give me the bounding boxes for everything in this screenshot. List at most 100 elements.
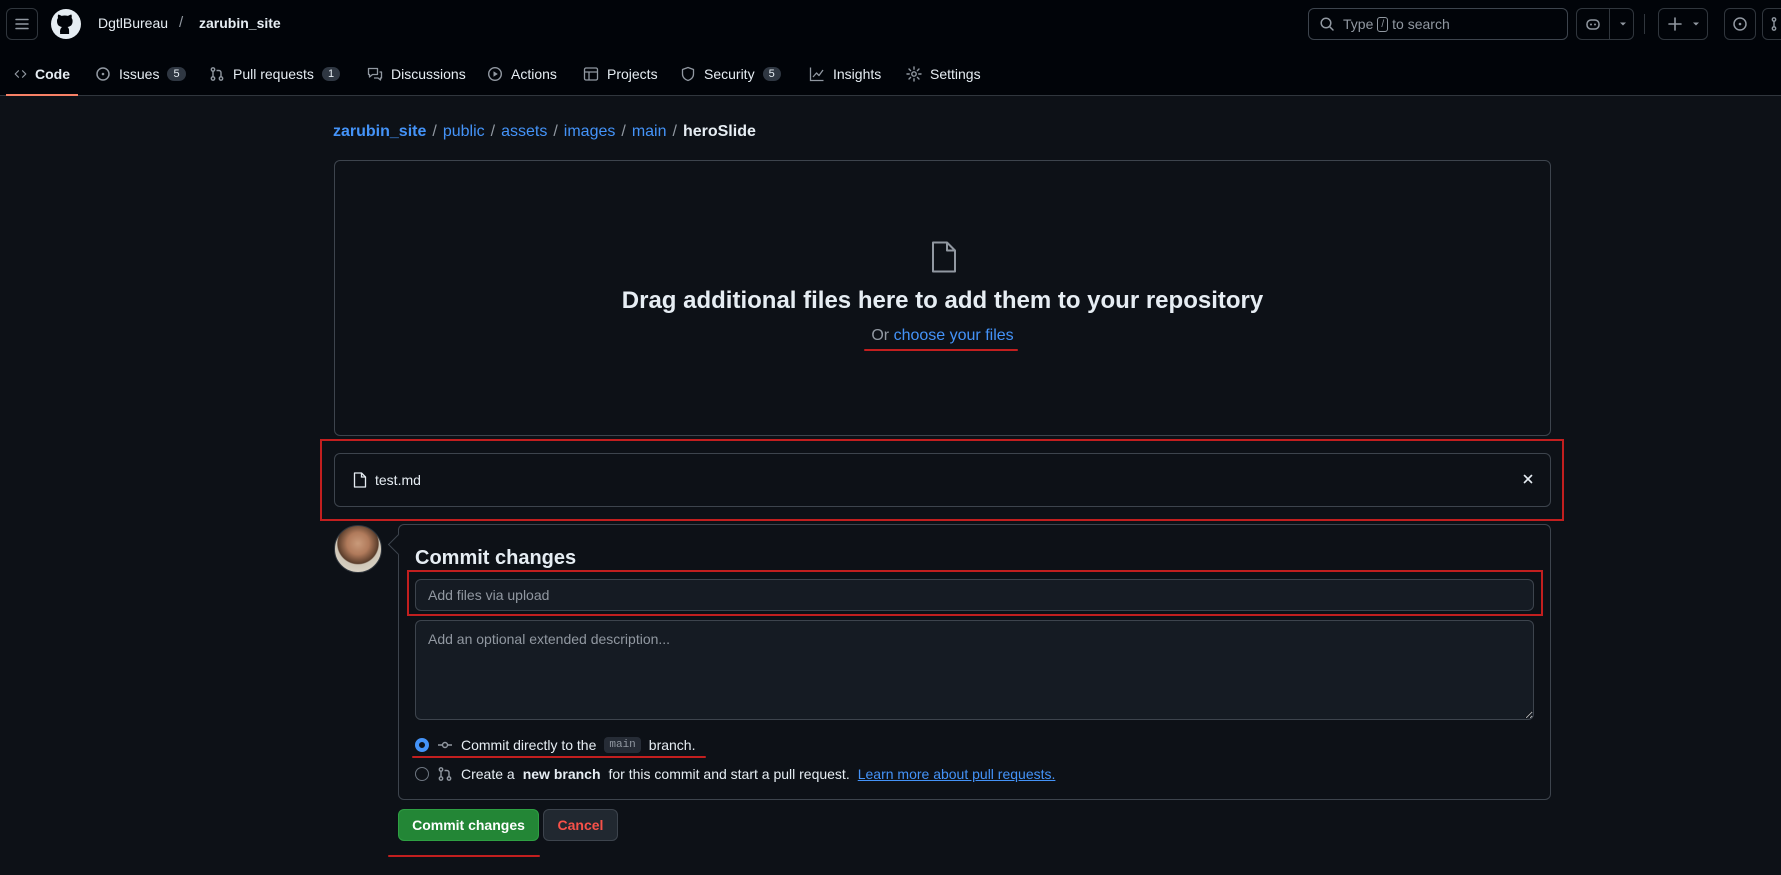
create-new-button[interactable] — [1658, 8, 1708, 40]
tab-settings[interactable]: Settings — [898, 52, 989, 96]
tab-label: Pull requests — [233, 66, 314, 82]
copilot-split-divider — [1609, 9, 1610, 39]
github-mark-icon — [51, 9, 81, 39]
global-bar: DgtlBureau / zarubin_site Type / to sear… — [0, 0, 1781, 48]
annotation-box-commit-summary — [407, 570, 1543, 616]
table-icon — [583, 67, 599, 81]
breadcrumb-link-assets[interactable]: assets — [501, 123, 547, 141]
breadcrumb-separator: / — [432, 123, 437, 140]
tab-label: Actions — [511, 66, 557, 82]
menu-button[interactable] — [6, 8, 38, 40]
commit-form-title: Commit changes — [415, 547, 577, 569]
code-icon — [14, 70, 27, 78]
copilot-icon — [1586, 19, 1600, 30]
search-placeholder-prefix: Type — [1343, 16, 1374, 32]
branch-name-badge: main — [604, 737, 641, 753]
learn-more-pull-requests-link[interactable]: Learn more about pull requests. — [858, 766, 1056, 782]
plus-icon — [1668, 17, 1682, 31]
header-divider — [1644, 14, 1645, 34]
play-icon — [487, 66, 503, 82]
dropzone-subtitle: Or choose your files — [335, 327, 1550, 345]
breadcrumb-separator: / — [672, 123, 677, 140]
commit-changes-button[interactable]: Commit changes — [398, 809, 539, 841]
annotation-underline-choose-files — [864, 349, 1018, 351]
tab-projects[interactable]: Projects — [575, 52, 666, 96]
tab-label: Settings — [930, 66, 981, 82]
hamburger-icon — [15, 18, 29, 30]
pull-request-icon — [1771, 17, 1777, 31]
shield-icon — [681, 66, 695, 82]
breadcrumb: zarubin_site / public / assets / images … — [333, 123, 756, 141]
tab-discussions[interactable]: Discussions — [359, 52, 474, 96]
commit-direct-radio[interactable] — [415, 738, 429, 752]
file-icon — [353, 472, 367, 488]
new-branch-option[interactable]: Create a new branch for this commit and … — [415, 766, 1055, 782]
breadcrumb-link-main[interactable]: main — [632, 123, 667, 141]
chevron-down-icon[interactable] — [1618, 19, 1628, 29]
tab-actions[interactable]: Actions — [479, 52, 565, 96]
discussion-icon — [367, 67, 383, 81]
owner-link[interactable]: DgtlBureau — [98, 15, 168, 31]
dropzone-title: Drag additional files here to add them t… — [621, 287, 1264, 314]
uploaded-file-row: test.md — [334, 453, 1551, 507]
commit-direct-option[interactable]: Commit directly to the main branch. — [415, 737, 695, 753]
new-branch-radio[interactable] — [415, 767, 429, 781]
pull-requests-button[interactable] — [1762, 8, 1781, 40]
commit-description-input[interactable] — [415, 620, 1534, 720]
tab-issues[interactable]: Issues 5 — [87, 52, 194, 96]
choose-files-link[interactable]: choose your files — [894, 327, 1014, 344]
new-branch-label-bold: new branch — [522, 766, 601, 782]
repo-nav-tabs: Code Issues 5 Pull requests 1 Discussion… — [0, 52, 1781, 96]
close-icon[interactable] — [1520, 471, 1536, 487]
app-header: DgtlBureau / zarubin_site Type / to sear… — [0, 0, 1781, 96]
graph-icon — [809, 67, 824, 82]
cancel-button[interactable]: Cancel — [543, 809, 618, 841]
commit-direct-label-after: branch. — [648, 737, 696, 753]
owner-repo-separator: / — [179, 14, 184, 31]
github-logo[interactable] — [50, 8, 82, 40]
pull-request-icon — [438, 767, 452, 781]
pull-request-icon — [210, 67, 224, 81]
tab-counter: 5 — [762, 67, 781, 81]
breadcrumb-separator: / — [621, 123, 626, 140]
repo-link[interactable]: zarubin_site — [199, 15, 281, 31]
tab-pull-requests[interactable]: Pull requests 1 — [201, 52, 348, 96]
copilot-button[interactable] — [1576, 8, 1634, 40]
commit-form: Commit changes Commit directly to the ma… — [398, 524, 1551, 800]
breadcrumb-repo-link[interactable]: zarubin_site — [333, 123, 426, 141]
avatar — [334, 525, 382, 573]
search-input[interactable]: Type / to search — [1308, 8, 1568, 40]
tab-label: Projects — [607, 66, 658, 82]
search-shortcut-key: / — [1377, 16, 1389, 32]
search-icon — [1320, 17, 1334, 31]
breadcrumb-current: heroSlide — [682, 123, 756, 140]
tab-label: Insights — [833, 66, 882, 82]
tab-insights[interactable]: Insights — [801, 52, 889, 96]
gear-icon — [906, 66, 922, 82]
dropzone-or-text: Or — [871, 327, 890, 344]
tab-counter: 1 — [321, 67, 341, 81]
git-commit-icon — [438, 741, 452, 749]
annotation-underline-commit-button — [388, 855, 540, 857]
breadcrumb-separator: / — [553, 123, 558, 140]
commit-direct-label-before: Commit directly to the — [461, 737, 597, 753]
issue-icon — [96, 67, 110, 81]
annotation-underline-commit-direct — [412, 756, 706, 758]
new-branch-label-after: for this commit and start a pull request… — [608, 766, 850, 782]
tab-label: Issues — [119, 66, 160, 82]
tab-code[interactable]: Code — [6, 52, 78, 96]
tab-label: Security — [704, 66, 755, 82]
breadcrumb-link-public[interactable]: public — [443, 123, 485, 141]
tab-label: Code — [35, 66, 70, 82]
issues-button[interactable] — [1724, 8, 1756, 40]
file-dropzone[interactable]: Drag additional files here to add them t… — [334, 160, 1551, 436]
chevron-down-icon — [1693, 22, 1699, 26]
breadcrumb-link-images[interactable]: images — [564, 123, 616, 141]
file-icon — [932, 241, 956, 273]
tab-label: Discussions — [391, 66, 466, 82]
uploaded-file-name: test.md — [375, 472, 421, 488]
tab-counter: 5 — [167, 67, 186, 81]
breadcrumb-separator: / — [490, 123, 496, 140]
issue-opened-icon — [1733, 17, 1747, 31]
tab-security[interactable]: Security 5 — [672, 52, 789, 96]
